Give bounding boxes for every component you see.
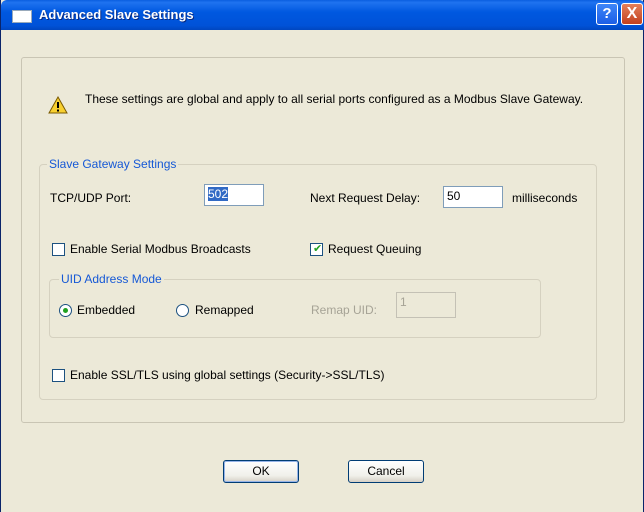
enable-broadcasts-checkbox[interactable] — [52, 243, 65, 256]
embedded-label[interactable]: Embedded — [77, 303, 135, 317]
warning-icon — [48, 95, 68, 114]
remapped-radio[interactable] — [176, 304, 189, 317]
remapped-label[interactable]: Remapped — [195, 303, 254, 317]
remap-uid-input[interactable]: 1 — [396, 292, 456, 318]
enable-ssl-checkbox[interactable] — [52, 369, 65, 382]
radio-selected-dot — [63, 308, 68, 313]
window-icon — [12, 10, 32, 23]
tcp-udp-port-label: TCP/UDP Port: — [50, 191, 132, 205]
dialog-window: Advanced Slave Settings ? X These settin… — [0, 0, 644, 512]
request-queuing-label[interactable]: Request Queuing — [328, 242, 421, 256]
remap-uid-label: Remap UID: — [311, 303, 378, 317]
check-icon: ✔ — [313, 242, 323, 255]
next-request-delay-label: Next Request Delay: — [310, 191, 421, 205]
info-message: These settings are global and apply to a… — [85, 92, 584, 106]
tcp-udp-port-value: 502 — [208, 187, 229, 201]
help-button[interactable]: ? — [596, 3, 618, 25]
tcp-udp-port-input[interactable]: 502 — [204, 184, 264, 206]
close-button[interactable]: X — [621, 3, 643, 25]
slave-gateway-legend: Slave Gateway Settings — [47, 157, 179, 171]
enable-ssl-label[interactable]: Enable SSL/TLS using global settings (Se… — [70, 368, 385, 382]
window-title: Advanced Slave Settings — [39, 7, 194, 22]
enable-broadcasts-label[interactable]: Enable Serial Modbus Broadcasts — [70, 242, 251, 256]
title-bar[interactable]: Advanced Slave Settings ? X — [1, 0, 644, 30]
next-request-delay-input[interactable]: 50 — [443, 186, 503, 208]
cancel-button[interactable]: Cancel — [348, 460, 424, 483]
milliseconds-label: milliseconds — [512, 191, 578, 205]
request-queuing-checkbox[interactable]: ✔ — [310, 242, 323, 256]
embedded-radio[interactable] — [59, 304, 72, 317]
uid-address-mode-legend: UID Address Mode — [59, 272, 164, 286]
ok-button[interactable]: OK — [223, 460, 299, 483]
